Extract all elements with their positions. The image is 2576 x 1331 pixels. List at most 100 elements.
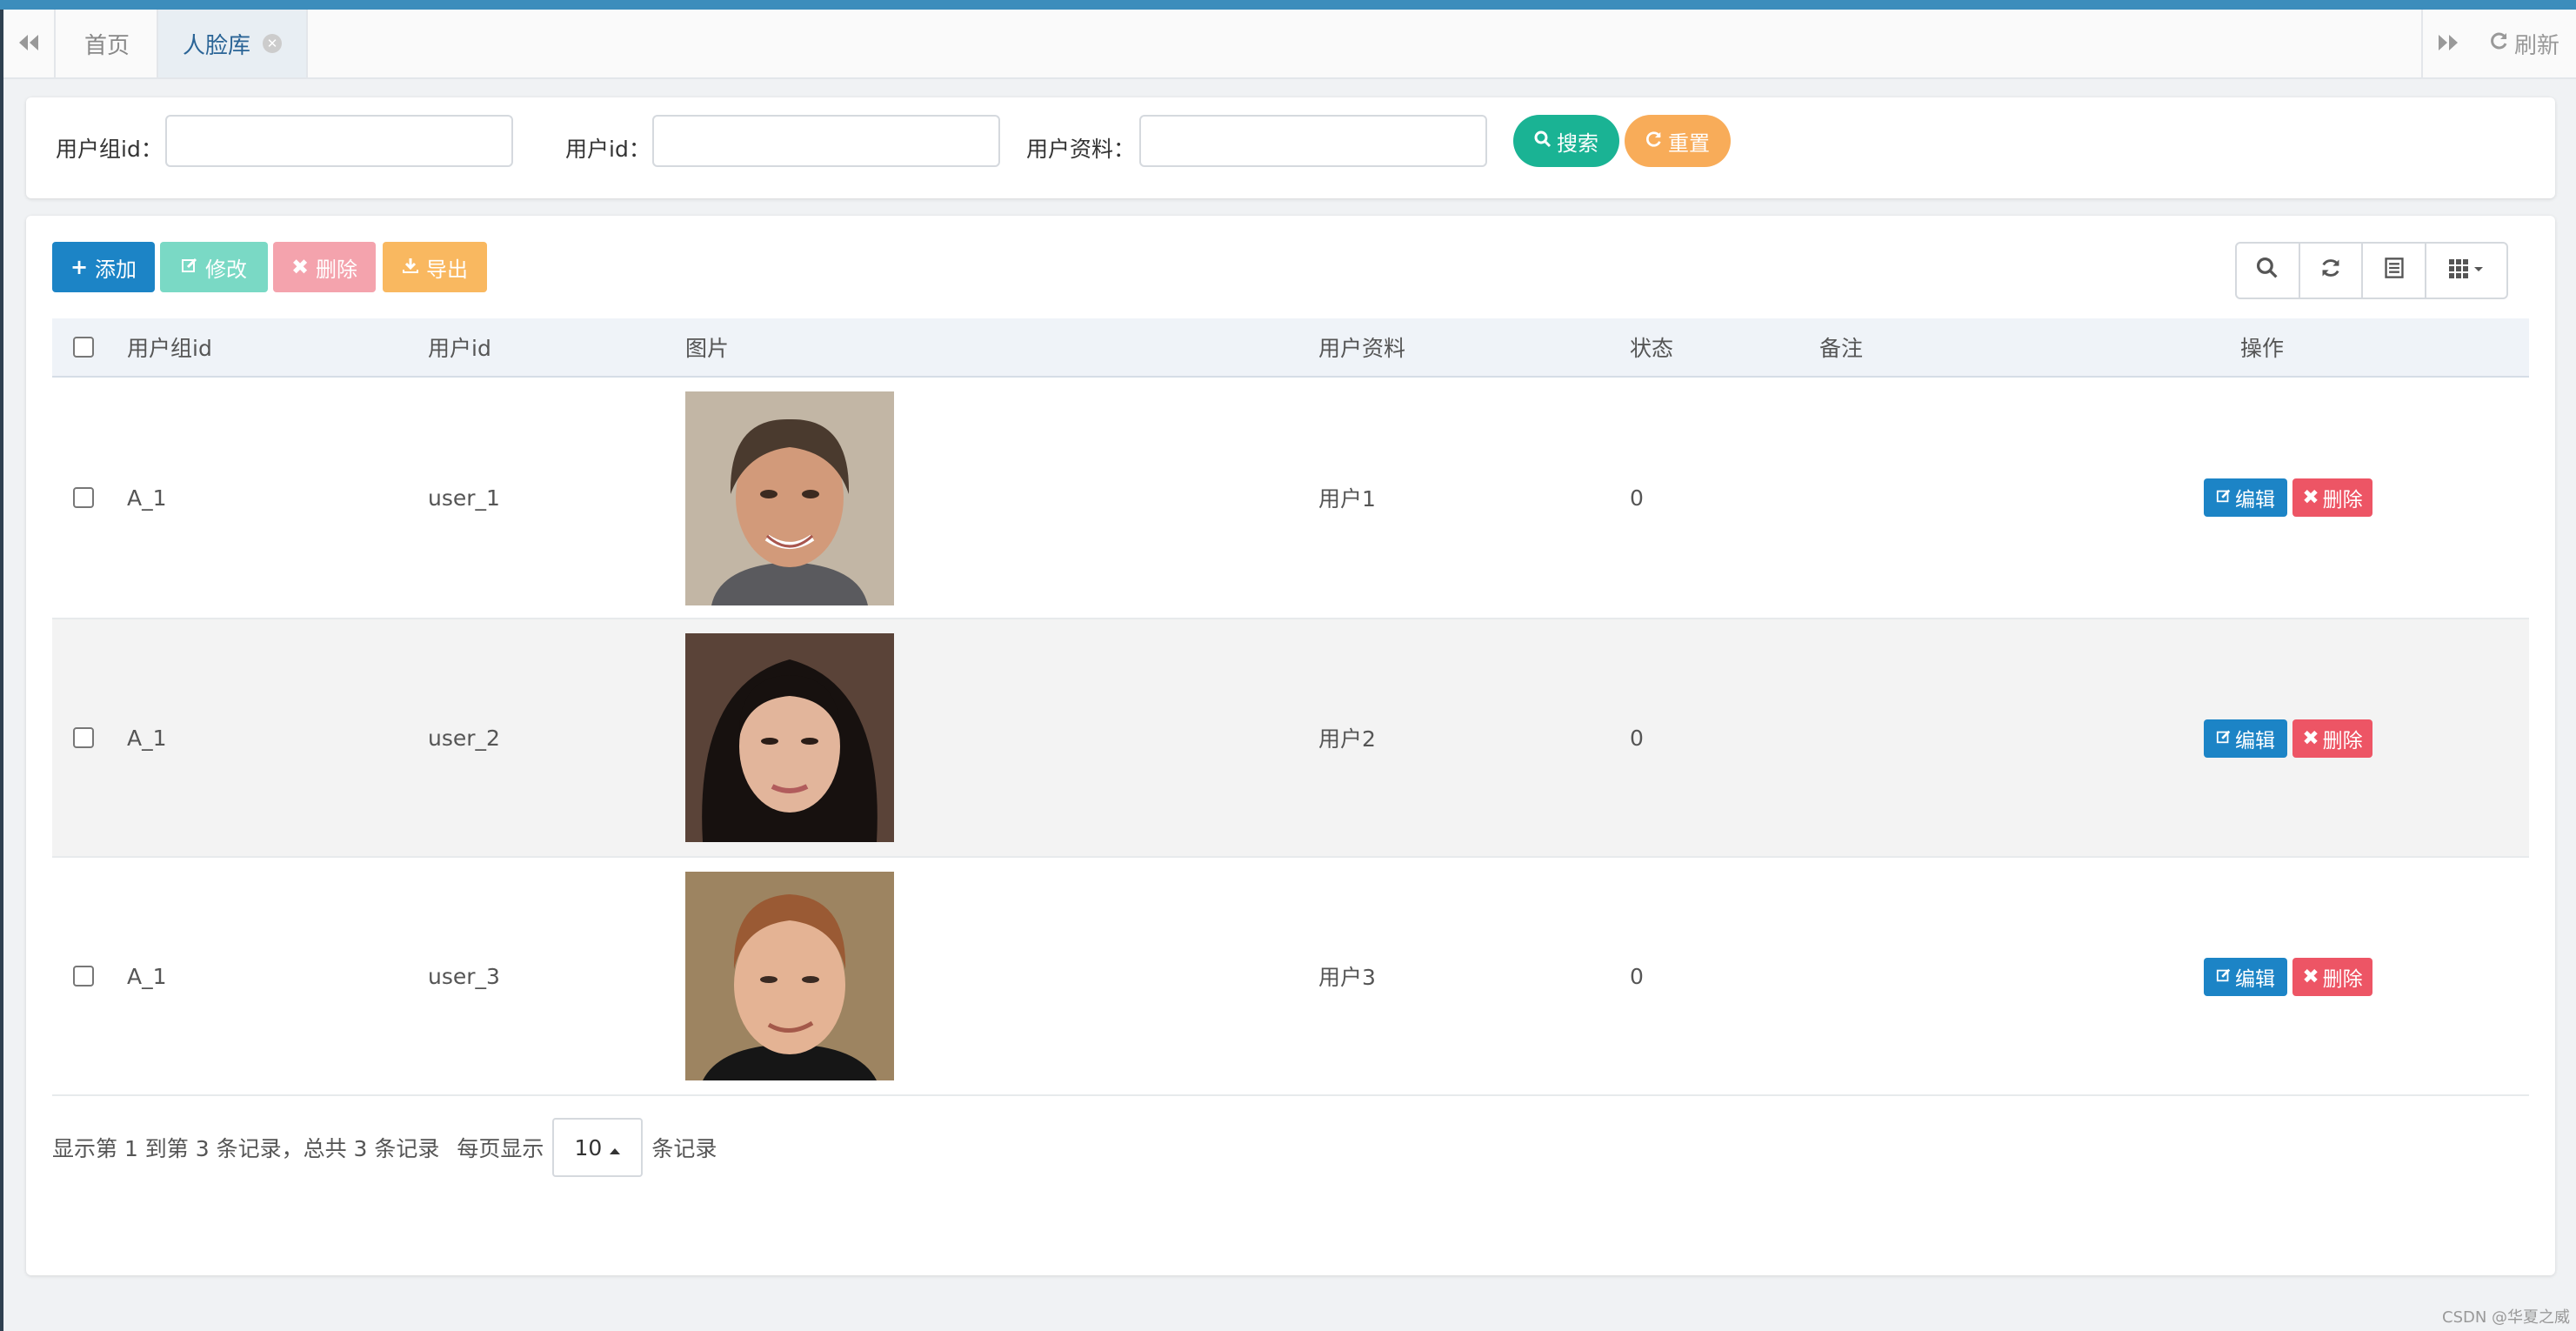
user-info-label: 用户资料： <box>1026 137 1136 162</box>
page-size-value: 10 <box>574 1134 603 1160</box>
double-right-arrow-icon <box>2437 30 2459 58</box>
pagination-summary: 显示第 1 到第 3 条记录，总共 3 条记录 <box>52 1136 440 1161</box>
cell-status: 0 <box>1630 485 1644 511</box>
cell-user-id: user_3 <box>428 963 500 989</box>
remove-icon: ✖ <box>2302 727 2319 750</box>
row-delete-label: 删除 <box>2322 968 2363 991</box>
tab-home[interactable]: 首页 <box>57 10 158 77</box>
table-header: 用户组id 用户id 图片 用户资料 状态 备注 操作 <box>52 318 2529 378</box>
cell-group-id: A_1 <box>127 963 167 989</box>
edit-icon <box>2216 966 2232 988</box>
grid-icon <box>2447 257 2486 285</box>
row-checkbox[interactable] <box>73 487 94 508</box>
user-id-input[interactable] <box>652 115 1000 167</box>
cell-user-id: user_2 <box>428 725 500 751</box>
reset-button[interactable]: 重置 <box>1625 115 1731 167</box>
row-edit-label: 编辑 <box>2235 730 2275 752</box>
row-edit-label: 编辑 <box>2235 489 2275 512</box>
table-search-button[interactable] <box>2237 244 2300 298</box>
tab-face-library-label: 人脸库 <box>183 32 251 59</box>
row-edit-button[interactable]: 编辑 <box>2204 719 2287 758</box>
pagination-bar: 显示第 1 到第 3 条记录，总共 3 条记录 每页显示 10 条记录 <box>52 1117 717 1178</box>
double-left-arrow-icon <box>17 30 40 58</box>
tab-strip: 首页 人脸库 ✕ 刷新 <box>3 10 2576 79</box>
user-group-id-input[interactable] <box>165 115 513 167</box>
row-edit-button[interactable]: 编辑 <box>2204 958 2287 996</box>
select-all-cell <box>73 318 94 376</box>
reset-button-label: 重置 <box>1668 130 1710 156</box>
cell-status: 0 <box>1630 963 1644 989</box>
caret-up-icon <box>609 1135 621 1160</box>
cell-user-info: 用户1 <box>1318 486 1376 512</box>
refresh-icon <box>2319 257 2342 285</box>
delete-button[interactable]: ✖ 删除 <box>273 242 376 292</box>
list-view-icon <box>2383 257 2406 285</box>
refresh-tab-button[interactable]: 刷新 <box>2473 10 2576 77</box>
delete-button-label: 删除 <box>316 257 358 282</box>
cell-user-id: user_1 <box>428 485 500 511</box>
face-photo[interactable] <box>685 872 894 1086</box>
watermark: CSDN @华夏之威 <box>2442 1308 2571 1327</box>
table-row: A_1 user_1 用户1 0 编辑 ✖ 删除 <box>52 378 2529 619</box>
edit-icon <box>2216 486 2232 509</box>
page-size-select[interactable]: 10 <box>552 1118 644 1177</box>
close-tab-icon[interactable]: ✕ <box>263 34 283 53</box>
table-refresh-button[interactable] <box>2300 244 2364 298</box>
face-photo[interactable] <box>685 633 894 847</box>
columns-dropdown-button[interactable] <box>2426 244 2506 298</box>
modify-button[interactable]: 修改 <box>160 242 268 292</box>
refresh-label: 刷新 <box>2513 32 2559 59</box>
search-button-label: 搜索 <box>1557 130 1598 156</box>
column-header-note[interactable]: 备注 <box>1819 318 1863 376</box>
edit-icon <box>181 255 198 279</box>
row-delete-button[interactable]: ✖ 删除 <box>2292 478 2372 517</box>
sidebar-edge <box>0 10 3 1331</box>
row-delete-label: 删除 <box>2322 730 2363 752</box>
row-edit-button[interactable]: 编辑 <box>2204 478 2287 517</box>
plus-icon: + <box>70 255 89 279</box>
column-header-actions: 操作 <box>2240 336 2285 361</box>
search-icon <box>2256 257 2279 285</box>
user-info-input[interactable] <box>1139 115 1487 167</box>
per-page-label: 每页显示 <box>457 1136 544 1161</box>
column-header-status[interactable]: 状态 <box>1630 318 1673 376</box>
column-header-group-id[interactable]: 用户组id <box>127 318 212 376</box>
row-checkbox[interactable] <box>73 966 94 987</box>
scroll-tabs-right-button[interactable] <box>2421 10 2473 77</box>
column-header-user-info[interactable]: 用户资料 <box>1318 318 1405 376</box>
toggle-card-view-button[interactable] <box>2363 244 2427 298</box>
user-id-label: 用户id： <box>565 137 651 162</box>
select-all-checkbox[interactable] <box>73 337 94 358</box>
row-checkbox[interactable] <box>73 727 94 748</box>
row-delete-button[interactable]: ✖ 删除 <box>2292 958 2372 996</box>
row-delete-label: 删除 <box>2322 489 2363 512</box>
export-button-label: 导出 <box>426 257 468 282</box>
modify-button-label: 修改 <box>205 257 247 282</box>
search-button[interactable]: 搜索 <box>1513 115 1619 167</box>
export-button[interactable]: 导出 <box>383 242 487 292</box>
cell-status: 0 <box>1630 725 1644 751</box>
cell-user-info: 用户2 <box>1318 726 1376 752</box>
records-suffix: 条记录 <box>651 1136 717 1161</box>
download-icon <box>402 255 419 279</box>
tab-home-label: 首页 <box>83 32 130 59</box>
face-photo[interactable] <box>685 391 894 605</box>
main-panel: + 添加 修改 ✖ 删除 导出 用户组id 用户id 图片 用户资料 状态 备注… <box>26 216 2555 1275</box>
scroll-tabs-left-button[interactable] <box>3 10 56 77</box>
tab-face-library[interactable]: 人脸库 ✕ <box>158 10 308 77</box>
add-button-label: 添加 <box>95 257 137 282</box>
row-edit-label: 编辑 <box>2235 968 2275 991</box>
table-row: A_1 user_2 用户2 0 编辑 ✖ 删除 <box>52 619 2529 858</box>
cell-group-id: A_1 <box>127 725 167 751</box>
user-group-id-label: 用户组id： <box>56 137 163 162</box>
column-header-image[interactable]: 图片 <box>685 318 729 376</box>
cell-user-info: 用户3 <box>1318 965 1376 990</box>
search-icon <box>1534 129 1552 153</box>
refresh-icon <box>1645 129 1663 153</box>
row-delete-button[interactable]: ✖ 删除 <box>2292 719 2372 758</box>
add-button[interactable]: + 添加 <box>52 242 155 292</box>
remove-icon: ✖ <box>2302 966 2319 988</box>
remove-icon: ✖ <box>2302 486 2319 509</box>
search-panel: 用户组id： 用户id： 用户资料： 搜索 重置 <box>26 97 2555 198</box>
column-header-user-id[interactable]: 用户id <box>428 318 491 376</box>
